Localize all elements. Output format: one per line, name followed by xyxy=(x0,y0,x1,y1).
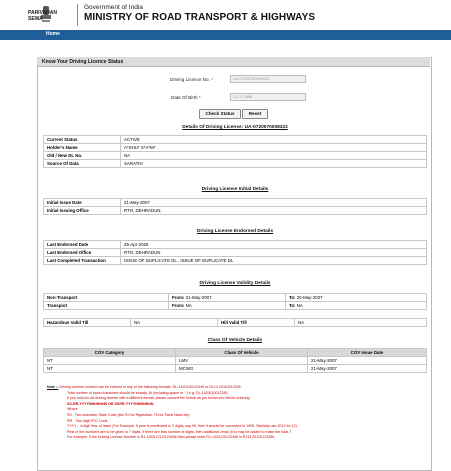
hazard-table: Hazardous Valid Till NA Hill Valid Till … xyxy=(43,318,427,327)
validity-key: Transport xyxy=(43,301,169,310)
column-header: Class Of Vehicle xyxy=(175,348,308,357)
detail-key: Source Of Data xyxy=(43,159,121,168)
to-label: To: xyxy=(289,303,296,308)
table-row: Last Completed Transaction ISSUE OF DUPLI… xyxy=(43,256,427,265)
table-row: Transport From: NA To: NA xyxy=(43,301,427,310)
from-label: From: xyxy=(172,303,185,308)
endorsed-table: Last Endorsed Date 25-Apr-2025 Last Endor… xyxy=(43,240,427,265)
dob-label-text: Date Of Birth xyxy=(171,95,198,100)
initial-heading: Driving License Initial Details xyxy=(201,187,269,192)
detail-key: Initial Issuing Office xyxy=(43,206,121,215)
table-row: NT LMV 21-May-2007 xyxy=(43,356,427,365)
ministry-title: MINISTRY OF ROAD TRANSPORT & HIGHWAYS xyxy=(84,12,316,23)
validity-from: From: 21-May-2007 xyxy=(168,293,286,302)
table-row: NT MCWG 21-May-2007 xyxy=(43,364,427,373)
dl-number-input[interactable]: UA-07200700008323 xyxy=(230,75,306,83)
dl-number-label-text: Driving Licence No. xyxy=(170,77,210,82)
hill-key: Hill Valid Till xyxy=(217,318,295,327)
required-marker: * xyxy=(198,95,201,100)
to-label: To: xyxy=(289,295,296,300)
detail-value: 21-May-2007 xyxy=(120,198,427,207)
table-row: Source Of Data SARATHI xyxy=(43,159,427,168)
cov-issue-date: 21-May-2007 xyxy=(307,356,427,365)
detail-key: Last Endorsed Date xyxy=(43,240,121,249)
parivahan-logo-text: PARIVAHAN SEWA xyxy=(28,4,57,22)
format-note: Note :- Driving License number can be en… xyxy=(47,385,417,441)
required-marker: * xyxy=(211,77,213,82)
validity-to: To: 20-May-2027 xyxy=(285,293,427,302)
details-table: Current Status ACTIVE Holder's Name A*SHU*… xyxy=(43,135,427,168)
detail-key: Holder's Name xyxy=(43,143,121,152)
detail-key: Last Endorsed Office xyxy=(43,248,121,257)
table-row: Last Endorsed Date 25-Apr-2025 xyxy=(43,240,427,249)
initial-table: Initial Issue Date 21-May-2007 Initial Is… xyxy=(43,198,427,215)
from-label: From: xyxy=(172,295,185,300)
table-row: Hazardous Valid Till NA Hill Valid Till … xyxy=(43,318,427,327)
from-value: NA xyxy=(185,303,192,308)
detail-value: ISSUE OF DUPLICATE DL , ISSUE OF DUPLICA… xyxy=(120,256,427,265)
cov-issue-date: 21-May-2007 xyxy=(307,364,427,373)
column-header: COV Issue Date xyxy=(307,348,427,357)
cov-class: MCWG xyxy=(175,364,308,373)
validity-heading: Driving License Validity Details xyxy=(199,281,271,286)
detail-key: Last Completed Transaction xyxy=(43,256,121,265)
detail-key: Old / New DL No. xyxy=(43,151,121,160)
detail-value: RTO, DEHRADUN xyxy=(120,248,427,257)
table-row: Initial Issuing Office RTO, DEHRADUN, xyxy=(43,206,427,215)
dob-label: Date Of Birth * xyxy=(171,95,201,100)
table-row: Non-Transport From: 21-May-2007 To: 20-M… xyxy=(43,293,427,302)
dl-number-label: Driving Licence No. * xyxy=(170,77,213,82)
to-value: NA xyxy=(296,303,303,308)
dob-input[interactable]: 21-07-1988 xyxy=(230,93,306,101)
reset-button[interactable]: Reset xyxy=(242,109,268,119)
panel-title: Know Your Driving Licence Status xyxy=(42,59,124,65)
note-line: For example: If the Driving License Numb… xyxy=(67,435,276,440)
table-row: Holder's Name A*SHU* S*A*M* xyxy=(43,143,427,152)
table-row: Current Status ACTIVE xyxy=(43,135,427,144)
detail-value: A*SHU* S*A*M* xyxy=(120,143,427,152)
cov-table: COV Category Class Of Vehicle COV Issue … xyxy=(43,348,427,373)
detail-key: Initial Issue Date xyxy=(43,198,121,207)
note-text: Driving License number can be entered in… xyxy=(59,385,241,389)
cov-category: NT xyxy=(43,356,176,365)
validity-from: From: NA xyxy=(168,301,286,310)
hazard-value: NA xyxy=(130,318,218,327)
table-row: Last Endorsed Office RTO, DEHRADUN xyxy=(43,248,427,257)
detail-value: NA xyxy=(120,151,427,160)
hill-value: NA xyxy=(294,318,427,327)
detail-value: SARATHI xyxy=(120,159,427,168)
endorsed-heading: Driving License Endorsed Details xyxy=(196,229,274,234)
cov-class: LMV xyxy=(175,356,308,365)
to-value: 20-May-2027 xyxy=(296,295,323,300)
detail-value: 25-Apr-2025 xyxy=(120,240,427,249)
from-value: 21-May-2007 xyxy=(185,295,212,300)
hazard-key: Hazardous Valid Till xyxy=(43,318,131,327)
detail-key: Current Status xyxy=(43,135,121,144)
brand-line-2: SEWA xyxy=(28,16,43,22)
table-row: Old / New DL No. NA xyxy=(43,151,427,160)
cov-category: NT xyxy=(43,364,176,373)
column-header: COV Category xyxy=(43,348,176,357)
nav-home-link[interactable]: Home xyxy=(46,31,60,37)
detail-value: RTO, DEHRADUN, xyxy=(120,206,427,215)
validity-table: Non-Transport From: 21-May-2007 To: 20-M… xyxy=(43,293,427,310)
note-label: Note :- xyxy=(47,385,59,389)
gov-label: Government of India xyxy=(84,4,143,11)
table-header-row: COV Category Class Of Vehicle COV Issue … xyxy=(43,348,427,357)
details-heading: Details Of Driving License: UA-072007000… xyxy=(182,125,288,130)
detail-value: ACTIVE xyxy=(120,135,427,144)
check-status-button[interactable]: Check Status xyxy=(199,109,241,119)
cov-heading: Class Of Vehicle Details xyxy=(207,338,263,343)
header-divider xyxy=(77,4,78,26)
table-row: Initial Issue Date 21-May-2007 xyxy=(43,198,427,207)
validity-key: Non-Transport xyxy=(43,293,169,302)
validity-to: To: NA xyxy=(285,301,427,310)
nav-bar xyxy=(0,30,451,40)
